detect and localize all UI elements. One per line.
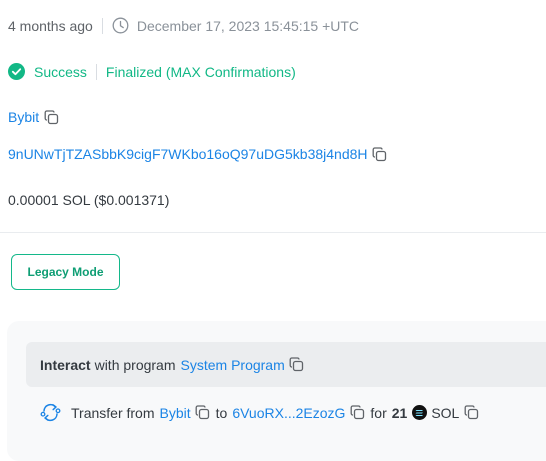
section-divider bbox=[0, 232, 546, 233]
copy-icon[interactable] bbox=[372, 146, 388, 162]
divider bbox=[95, 63, 97, 80]
legacy-mode-button[interactable]: Legacy Mode bbox=[11, 254, 120, 290]
check-circle-icon bbox=[8, 63, 25, 80]
program-link[interactable]: System Program bbox=[181, 357, 285, 373]
signature-row: 9nUNwTjTZASbbK9cigF7WKbo16oQ97uDG5kb38j4… bbox=[8, 146, 388, 162]
status-finalized: Finalized (MAX Confirmations) bbox=[105, 63, 296, 80]
for-label: for bbox=[370, 404, 387, 421]
to-label: to bbox=[215, 404, 228, 421]
status-success: Success bbox=[34, 63, 87, 80]
signer-link[interactable]: Bybit bbox=[8, 109, 39, 125]
copy-icon[interactable] bbox=[195, 405, 211, 421]
copy-icon[interactable] bbox=[43, 109, 59, 125]
sol-token-icon bbox=[412, 405, 428, 420]
status-row: Success Finalized (MAX Confirmations) bbox=[8, 63, 296, 80]
transfer-arrows-icon bbox=[40, 402, 61, 423]
signature-link[interactable]: 9nUNwTjTZASbbK9cigF7WKbo16oQ97uDG5kb38j4… bbox=[8, 146, 368, 162]
transfer-prefix: Transfer from bbox=[71, 404, 155, 421]
copy-icon[interactable] bbox=[463, 405, 479, 421]
absolute-time: December 17, 2023 15:45:15 +UTC bbox=[136, 17, 360, 34]
interact-label: Interact bbox=[40, 356, 91, 373]
divider bbox=[101, 17, 103, 34]
transfer-from-link[interactable]: Bybit bbox=[160, 405, 191, 421]
signer-row: Bybit bbox=[8, 109, 59, 125]
time-row: 4 months ago December 17, 2023 15:45:15 … bbox=[8, 17, 359, 34]
instruction-header: Interact with program System Program bbox=[26, 342, 546, 387]
relative-time: 4 months ago bbox=[8, 17, 93, 34]
clock-icon bbox=[112, 17, 129, 34]
copy-icon[interactable] bbox=[349, 405, 365, 421]
transfer-to-link[interactable]: 6VuoRX...2EzozG bbox=[232, 405, 345, 421]
transfer-line: Transfer from Bybit to 6VuoRX...2EzozG f… bbox=[40, 402, 479, 423]
token-symbol: SOL bbox=[431, 404, 460, 421]
copy-icon[interactable] bbox=[289, 357, 305, 373]
with-program-label: with program bbox=[94, 356, 176, 373]
fee-value: 0.00001 SOL ($0.001371) bbox=[8, 192, 170, 208]
fee-row: 0.00001 SOL ($0.001371) bbox=[8, 192, 169, 208]
transfer-amount: 21 bbox=[391, 404, 408, 421]
